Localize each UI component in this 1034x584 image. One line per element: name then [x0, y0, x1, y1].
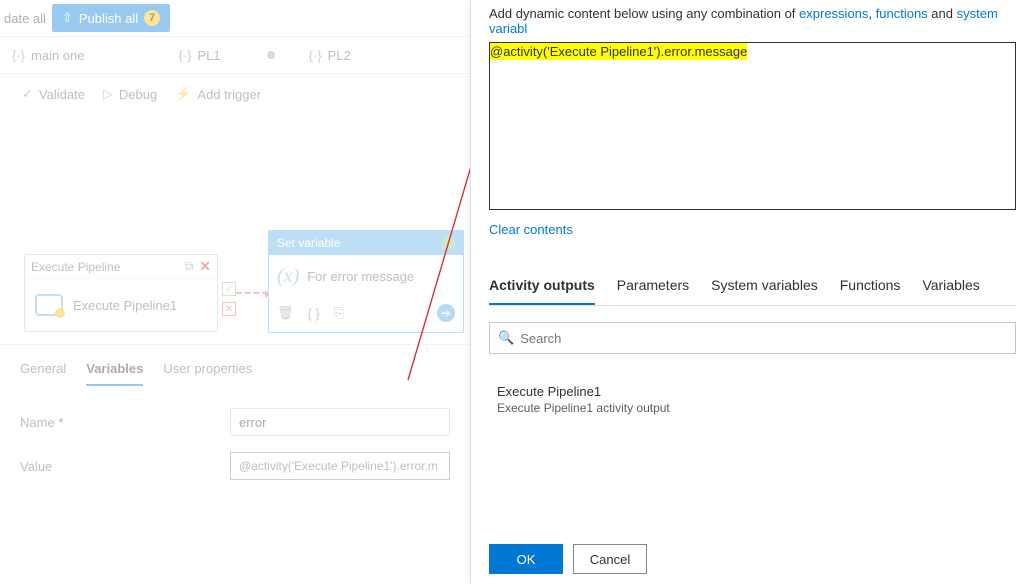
bottom-panel: General Variables User properties Name *…: [0, 344, 470, 502]
status-ok-icon: [441, 236, 455, 250]
check-icon: ✓: [22, 86, 33, 102]
value-label: Value: [20, 459, 230, 474]
tab-system-variables[interactable]: System variables: [711, 267, 818, 305]
tab-label: main one: [31, 48, 84, 63]
ok-button[interactable]: OK: [489, 544, 563, 574]
name-label: Name *: [20, 415, 230, 430]
tab-activity-outputs[interactable]: Activity outputs: [489, 267, 595, 305]
play-icon: ▷: [103, 86, 113, 102]
failure-connector-icon[interactable]: ✕: [222, 302, 236, 316]
tab-user-properties[interactable]: User properties: [163, 353, 252, 386]
name-input[interactable]: [230, 408, 450, 436]
tab-label: PL1: [198, 48, 221, 63]
trash-icon[interactable]: 🗑: [277, 305, 294, 321]
clear-contents-link[interactable]: Clear contents: [489, 222, 573, 237]
pipeline-canvas[interactable]: Execute Pipeline ⧉ ✕ Execute Pipeline1 ✓…: [0, 114, 470, 334]
left-panel: date all ⇧ Publish all 7 {·} main one {·…: [0, 0, 470, 584]
copy-icon[interactable]: ⎘: [334, 305, 344, 321]
date-all-label: date all: [4, 11, 46, 26]
form-row-value: Value @activity('Execute Pipeline1').err…: [20, 444, 450, 488]
publish-all-button[interactable]: ⇧ Publish all 7: [52, 4, 170, 32]
functions-link[interactable]: functions: [876, 6, 928, 21]
success-connector-icon[interactable]: ✓: [222, 282, 236, 296]
expression-editor[interactable]: @activity('Execute Pipeline1').error.mes…: [489, 42, 1016, 210]
braces-icon[interactable]: { }: [308, 306, 320, 321]
lightning-icon: ⚡: [175, 86, 191, 102]
set-variable-activity[interactable]: Set variable x For error message 🗑 { } ⎘…: [268, 230, 464, 333]
activity-output-list: Execute Pipeline1 Execute Pipeline1 acti…: [489, 374, 1016, 425]
variables-form: Name * Value @activity('Execute Pipeline…: [0, 386, 470, 502]
pipeline-icon: {·}: [309, 48, 322, 63]
run-arrow-icon[interactable]: ➔: [437, 304, 455, 322]
validate-button[interactable]: ✓Validate: [22, 86, 85, 102]
activity-body: Execute Pipeline1: [25, 279, 217, 331]
tab-pl1[interactable]: {·} PL1: [167, 36, 287, 74]
bottom-tabs: General Variables User properties: [0, 345, 470, 386]
form-row-name: Name *: [20, 400, 450, 444]
activity-type-label: Execute Pipeline: [31, 260, 120, 274]
tab-functions[interactable]: Functions: [840, 267, 901, 305]
result-title: Execute Pipeline1: [497, 384, 1008, 399]
value-expression-box[interactable]: @activity('Execute Pipeline1').error.m: [230, 452, 450, 480]
modified-dot-icon: [267, 51, 275, 59]
external-link-icon[interactable]: ⧉: [185, 259, 194, 274]
upload-icon: ⇧: [62, 10, 73, 26]
expressions-link[interactable]: expressions: [799, 6, 868, 21]
search-box[interactable]: 🔍: [489, 322, 1016, 354]
dynamic-content-help: Add dynamic content below using any comb…: [489, 6, 1016, 36]
activity-header: Execute Pipeline ⧉ ✕: [25, 255, 217, 279]
failure-link-arrow-icon: [236, 292, 268, 294]
activity-type-label: Set variable: [277, 236, 340, 250]
activity-name-label: Execute Pipeline1: [73, 298, 177, 313]
tab-label: PL2: [328, 48, 351, 63]
expression-builder-panel: Add dynamic content below using any comb…: [470, 0, 1034, 584]
pipeline-tabs-row: {·} main one {·} PL1 {·} PL2: [0, 36, 470, 74]
tab-pl2[interactable]: {·} PL2: [297, 36, 363, 74]
pipeline-icon: {·}: [12, 48, 25, 63]
search-input[interactable]: [520, 331, 1007, 346]
tab-parameters[interactable]: Parameters: [617, 267, 689, 305]
execute-pipeline-activity[interactable]: Execute Pipeline ⧉ ✕ Execute Pipeline1: [24, 254, 218, 332]
debug-button[interactable]: ▷Debug: [103, 86, 157, 102]
result-subtitle: Execute Pipeline1 activity output: [497, 401, 1008, 415]
activity-name-label: For error message: [307, 269, 414, 284]
search-icon: 🔍: [498, 330, 514, 346]
activity-footer: 🗑 { } ⎘ ➔: [269, 298, 463, 332]
publish-count-badge: 7: [144, 10, 160, 26]
pipeline-icon: {·}: [179, 48, 192, 63]
expression-text: @activity('Execute Pipeline1').error.mes…: [490, 43, 747, 60]
tab-main-one[interactable]: {·} main one: [0, 36, 97, 74]
publish-all-label: Publish all: [79, 11, 138, 26]
tab-variables[interactable]: Variables: [86, 353, 143, 386]
builder-tabs: Activity outputs Parameters System varia…: [489, 267, 1016, 306]
tab-variables[interactable]: Variables: [922, 267, 979, 305]
panel-footer: OK Cancel: [489, 544, 647, 574]
topbar: date all ⇧ Publish all 7: [0, 0, 470, 36]
pipeline-activity-icon: [35, 294, 63, 316]
activity-body: x For error message: [269, 255, 463, 298]
activity-header: Set variable: [269, 231, 463, 255]
list-item[interactable]: Execute Pipeline1 Execute Pipeline1 acti…: [493, 378, 1012, 421]
add-trigger-button[interactable]: ⚡Add trigger: [175, 86, 261, 102]
tab-general[interactable]: General: [20, 353, 66, 386]
delete-icon[interactable]: ✕: [199, 258, 211, 275]
cancel-button[interactable]: Cancel: [573, 544, 647, 574]
canvas-toolbar: ✓Validate ▷Debug ⚡Add trigger: [0, 74, 470, 114]
variable-fx-icon: x: [277, 265, 299, 288]
